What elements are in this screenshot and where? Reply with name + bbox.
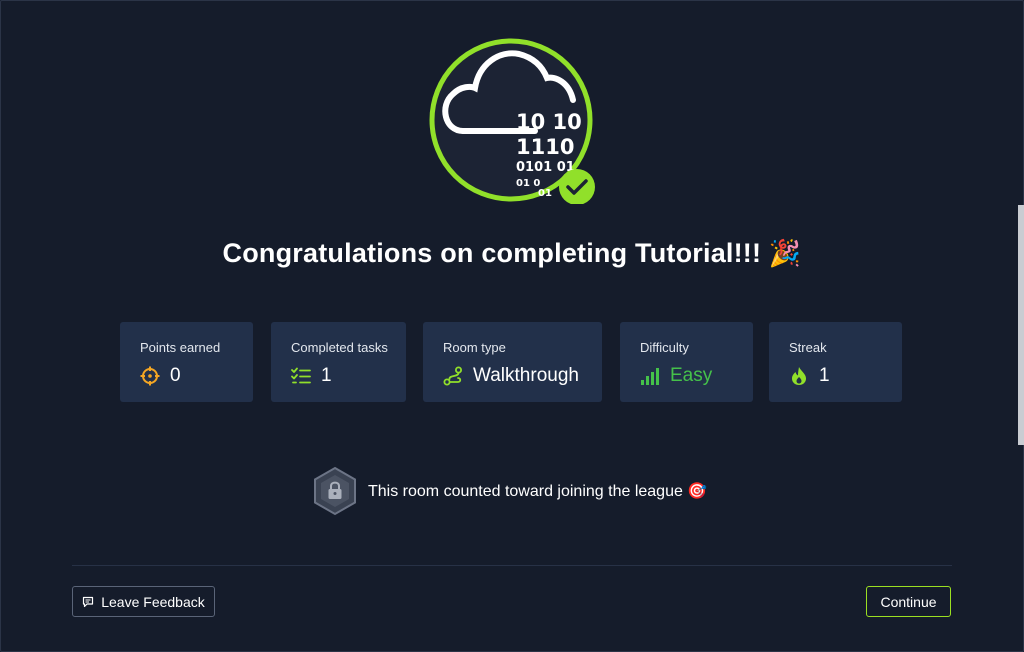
stat-value: Easy xyxy=(670,365,713,386)
stat-label: Points earned xyxy=(140,340,221,355)
title-text: Congratulations on completing Tutorial!!… xyxy=(222,238,762,268)
stat-card-completed-tasks: Completed tasks 1 xyxy=(271,322,406,402)
stat-label: Room type xyxy=(443,340,506,355)
binary-line-3: 0101 01 xyxy=(516,160,575,175)
binary-line-5: 01 xyxy=(538,188,552,199)
stat-value: 1 xyxy=(819,365,830,386)
stat-label: Difficulty xyxy=(640,340,689,355)
stat-value: Walkthrough xyxy=(473,365,579,386)
binary-line-2: 1110 xyxy=(516,135,574,159)
continue-label: Continue xyxy=(880,593,937,610)
checklist-icon xyxy=(291,367,311,384)
leave-feedback-label: Leave Feedback xyxy=(101,593,205,610)
check-circle-icon xyxy=(559,169,595,204)
binary-line-1: 10 10 xyxy=(516,110,582,134)
league-text-content: This room counted toward joining the lea… xyxy=(368,483,683,500)
stat-card-room-type: Room type Walkthrough xyxy=(423,322,602,402)
target-icon xyxy=(140,366,160,386)
stat-label: Streak xyxy=(789,340,827,355)
stat-label: Completed tasks xyxy=(291,340,388,355)
binary-line-4: 01 0 xyxy=(516,178,540,189)
signal-bars-icon xyxy=(641,368,659,385)
locked-hexagon-icon xyxy=(314,466,356,516)
continue-button[interactable]: Continue xyxy=(866,586,951,617)
stat-card-points: Points earned 0 xyxy=(120,322,253,402)
party-popper-icon: 🎉 xyxy=(768,238,802,268)
stat-card-difficulty: Difficulty Easy xyxy=(620,322,753,402)
stats-row: Points earned 0 Completed tasks 1 Room t… xyxy=(0,322,1024,402)
cloud-badge-icon: 10 10 1110 0101 01 01 0 01 xyxy=(427,36,595,204)
flame-icon xyxy=(792,367,806,385)
stat-value: 0 xyxy=(170,365,181,386)
completion-title: Congratulations on completing Tutorial!!… xyxy=(0,238,1024,269)
bullseye-icon: 🎯 xyxy=(687,483,708,500)
stat-card-streak: Streak 1 xyxy=(769,322,902,402)
message-square-icon xyxy=(82,596,94,608)
footer-divider xyxy=(72,565,952,566)
league-notice: This room counted toward joining the lea… xyxy=(312,466,707,516)
stat-value: 1 xyxy=(321,365,332,386)
path-icon xyxy=(443,366,462,386)
leave-feedback-button[interactable]: Leave Feedback xyxy=(72,586,215,617)
league-text: This room counted toward joining the lea… xyxy=(368,481,707,501)
